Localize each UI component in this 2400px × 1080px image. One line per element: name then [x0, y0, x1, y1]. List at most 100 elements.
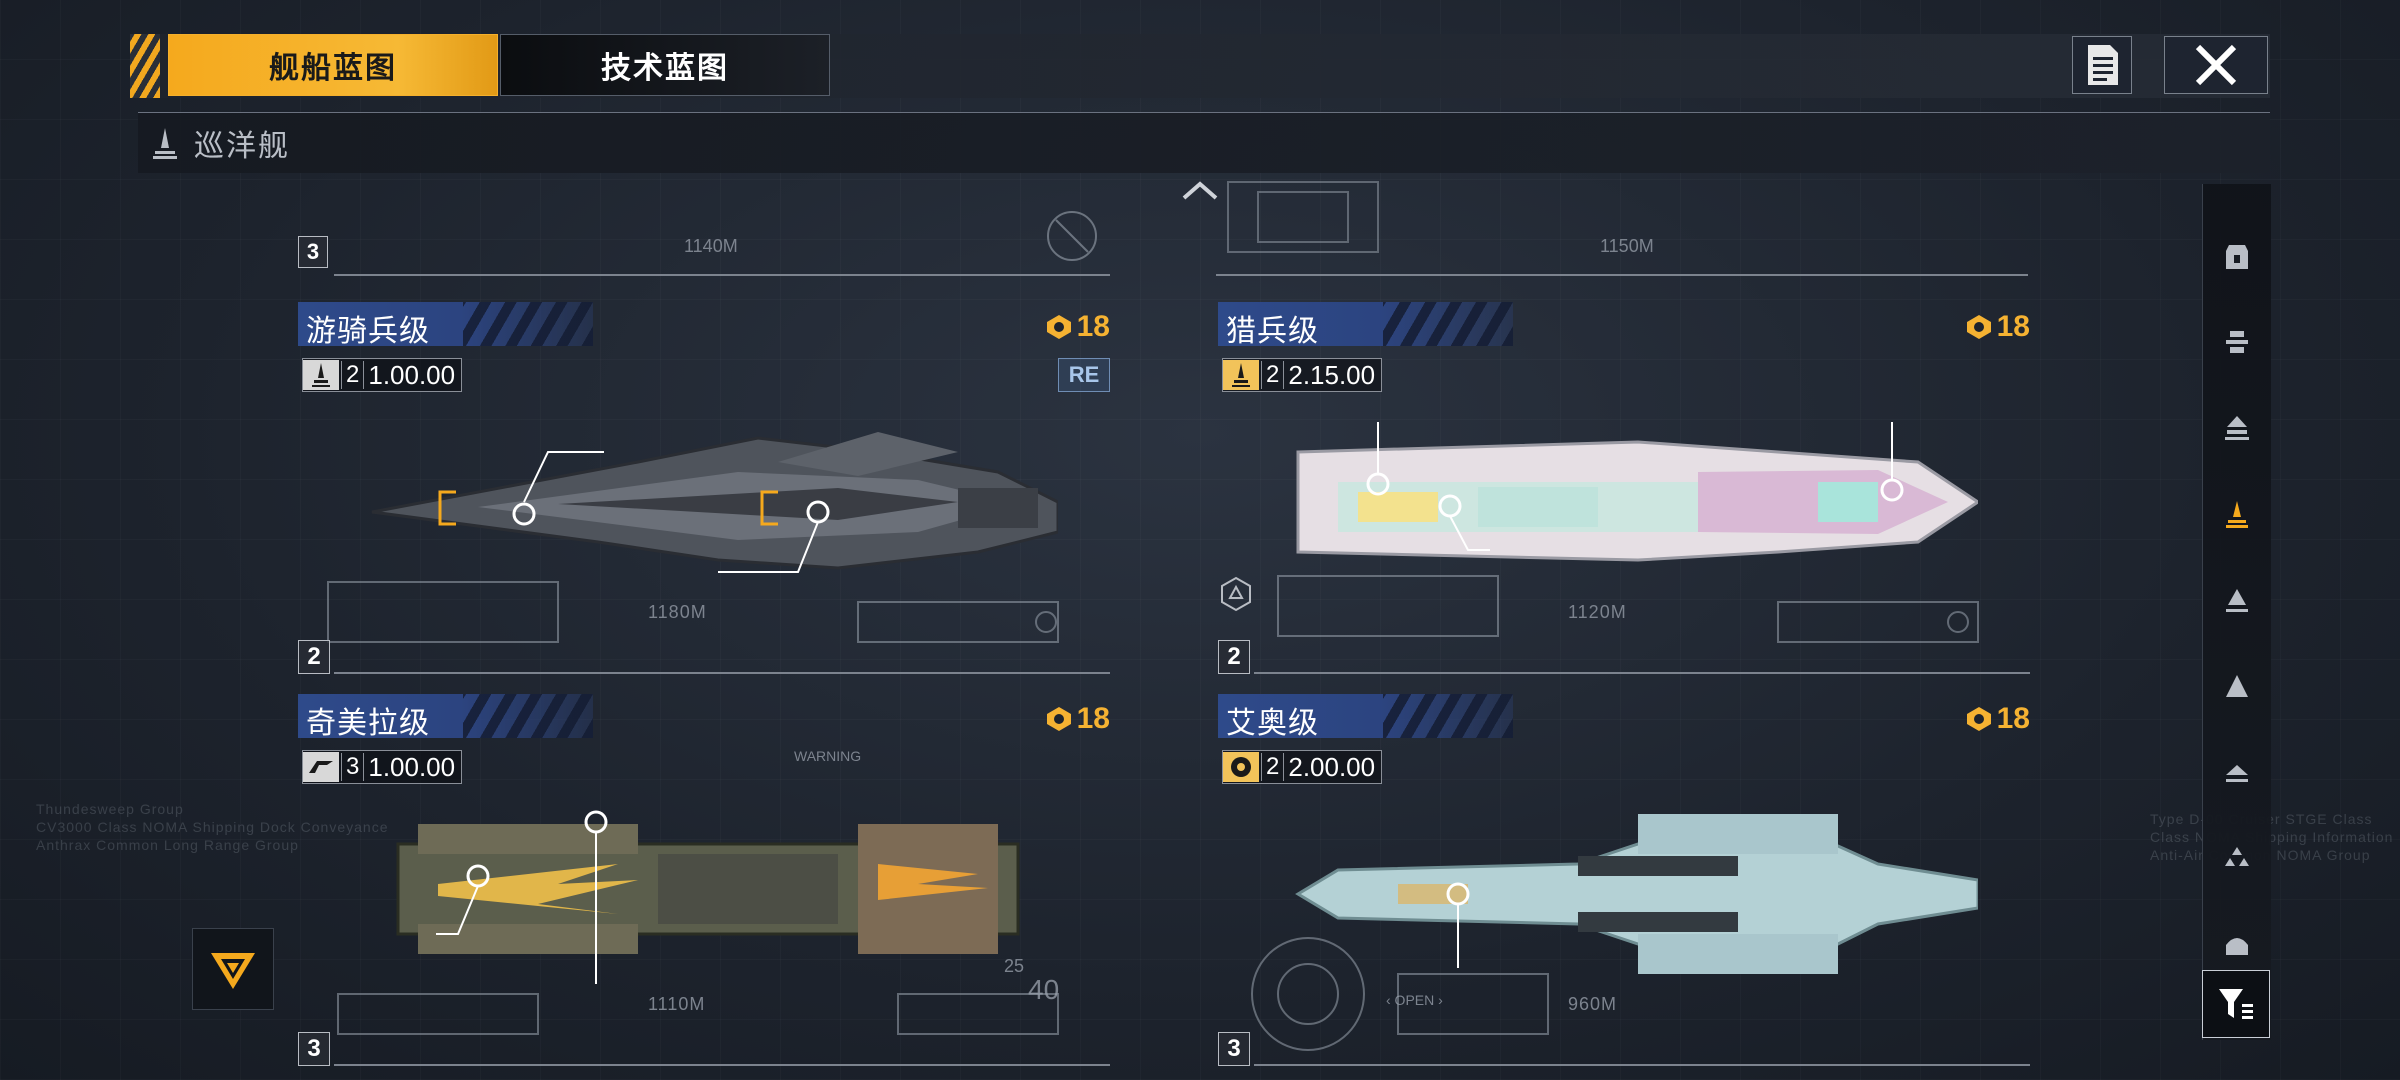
blueprint-count-icon: [1046, 315, 1071, 339]
ship-length: 1180M: [648, 602, 707, 622]
destroyer-icon: [2226, 589, 2248, 612]
re-tag: RE: [1058, 358, 1110, 392]
background-text: Type D-00 Cruiser STGE ClassClass NOMA S…: [2150, 811, 2394, 863]
battleship-icon: [2226, 331, 2248, 353]
ship-type-icon: [303, 360, 339, 390]
blueprint-lines: [1277, 575, 1979, 643]
version-badge: 3 1.00.00: [302, 750, 463, 784]
ship-length: 1110M: [648, 994, 706, 1014]
ship-tier: 3: [341, 753, 365, 781]
ship-card-hunter[interactable]: 猎兵级 18 2 2.15.00 1120M 2: [1218, 302, 2030, 674]
scroll-up-icon[interactable]: [1180, 178, 1220, 202]
ruler: [1254, 664, 2030, 674]
ship-name: 艾奥级: [1226, 707, 1319, 738]
ruler: [334, 664, 1110, 674]
count-value: 18: [1996, 310, 2030, 343]
level-badge: 2: [298, 640, 330, 674]
blueprint-outline: [1227, 181, 1379, 253]
tab-tech-blueprint[interactable]: 技术蓝图: [500, 34, 830, 96]
filter-auxiliary[interactable]: [2203, 914, 2271, 974]
blueprint-count: 18: [1965, 310, 2030, 344]
ship-type-icon: [1223, 360, 1259, 390]
version-badge: 2 2.15.00: [1222, 358, 1383, 392]
ship-tier: 2: [1261, 361, 1285, 389]
top-bar: 舰船蓝图 技术蓝图: [130, 34, 2270, 98]
filter-fighter-group[interactable]: [2203, 828, 2271, 888]
filter-battlecruiser[interactable]: [2203, 398, 2271, 458]
ship-card-ranger[interactable]: 游骑兵级 18 2 1.00.00 RE 1180M 2: [298, 302, 1110, 674]
filter-carrier[interactable]: [2203, 226, 2271, 286]
circle-mark-icon: [1047, 211, 1097, 261]
level-badge: 2: [1218, 640, 1250, 674]
sort-down-icon: [211, 953, 255, 989]
tab-ship-blueprint[interactable]: 舰船蓝图: [168, 34, 498, 96]
top-bar-stripes: [130, 34, 160, 98]
manufacturer-logo-icon: [1223, 752, 1259, 782]
ship-name: 猎兵级: [1226, 315, 1319, 346]
filter-corvette[interactable]: [2203, 742, 2271, 802]
ship-tier: 2: [341, 361, 365, 389]
filter-frigate[interactable]: [2203, 656, 2271, 716]
filter-cruiser[interactable]: [2203, 484, 2271, 544]
blueprint-lines: [337, 993, 1059, 1035]
count-value: 18: [1996, 702, 2030, 735]
version-badge: 2 1.00.00: [302, 358, 463, 392]
sort-button[interactable]: [192, 928, 274, 1010]
ship-length: 1120M: [1568, 602, 1627, 622]
ruler: [334, 1056, 1110, 1066]
cruiser-icon: [153, 128, 177, 159]
blueprint-count: 18: [1045, 702, 1110, 736]
blueprint-lines: [1251, 937, 1549, 1051]
warning-label: WARNING: [794, 748, 862, 764]
level-badge: 3: [1218, 1032, 1250, 1066]
length-label: 1140M: [684, 236, 738, 256]
close-icon: [2195, 44, 2237, 86]
filter-button[interactable]: [2202, 970, 2270, 1038]
auxiliary-icon: [2226, 938, 2248, 955]
document-button[interactable]: [2072, 36, 2132, 94]
ruler: [1216, 268, 2028, 276]
ship-name-bar: 奇美拉级: [298, 694, 593, 738]
category-bar: 巡洋舰: [138, 112, 2270, 173]
fighter-group-icon: [2225, 847, 2249, 866]
cruiser-icon: [2226, 501, 2248, 528]
carrier-icon: [2226, 245, 2248, 269]
ship-tier: 2: [1261, 753, 1285, 781]
filter-destroyer[interactable]: [2203, 570, 2271, 630]
count-value: 18: [1076, 310, 1110, 343]
ruler: [1254, 1056, 2030, 1066]
length-label: 1150M: [1600, 236, 1654, 256]
ship-card-chimera[interactable]: 奇美拉级 18 3 1.00.00 WARNING 40 25 1110M 3: [298, 694, 1110, 1066]
blueprint-lines: [327, 581, 1059, 643]
ship-card-io[interactable]: 艾奥级 18 2 2.00.00 ‹ OPEN › 960M 3: [1218, 694, 2030, 1066]
ship-name: 游骑兵级: [306, 315, 430, 346]
version-badge: 2 2.00.00: [1222, 750, 1383, 784]
ship-version: 2.15.00: [1288, 359, 1376, 390]
level-badge: 3: [298, 236, 328, 268]
battlecruiser-icon: [2225, 416, 2249, 440]
ship-length: 960M: [1568, 994, 1618, 1014]
ship-version: 1.00.00: [368, 751, 456, 782]
ship-name: 奇美拉级: [306, 707, 430, 738]
partial-row-top: 3 1140M 1150M: [298, 172, 2028, 282]
filter-icon: [2219, 989, 2253, 1019]
ship-class-filter-sidebar: [2202, 184, 2271, 1040]
frigate-icon: [2226, 675, 2248, 697]
blueprint-count: 18: [1965, 702, 2030, 736]
document-icon: [2088, 45, 2118, 85]
ship-name-bar: 猎兵级: [1218, 302, 1513, 346]
category-label: 巡洋舰: [194, 130, 290, 163]
manufacturer-logo-icon: [303, 752, 339, 782]
close-button[interactable]: [2164, 36, 2268, 94]
filter-battleship[interactable]: [2203, 312, 2271, 372]
blueprint-count-icon: [1966, 315, 1991, 339]
blueprint-count-icon: [1966, 707, 1991, 731]
ship-version: 2.00.00: [1288, 751, 1376, 782]
blueprint-count-icon: [1046, 707, 1071, 731]
ruler: [334, 268, 1110, 276]
ship-version: 1.00.00: [368, 359, 456, 390]
blueprint-count: 18: [1045, 310, 1110, 344]
count-value: 18: [1076, 702, 1110, 735]
ship-name-bar: 艾奥级: [1218, 694, 1513, 738]
corvette-icon: [2226, 765, 2248, 782]
